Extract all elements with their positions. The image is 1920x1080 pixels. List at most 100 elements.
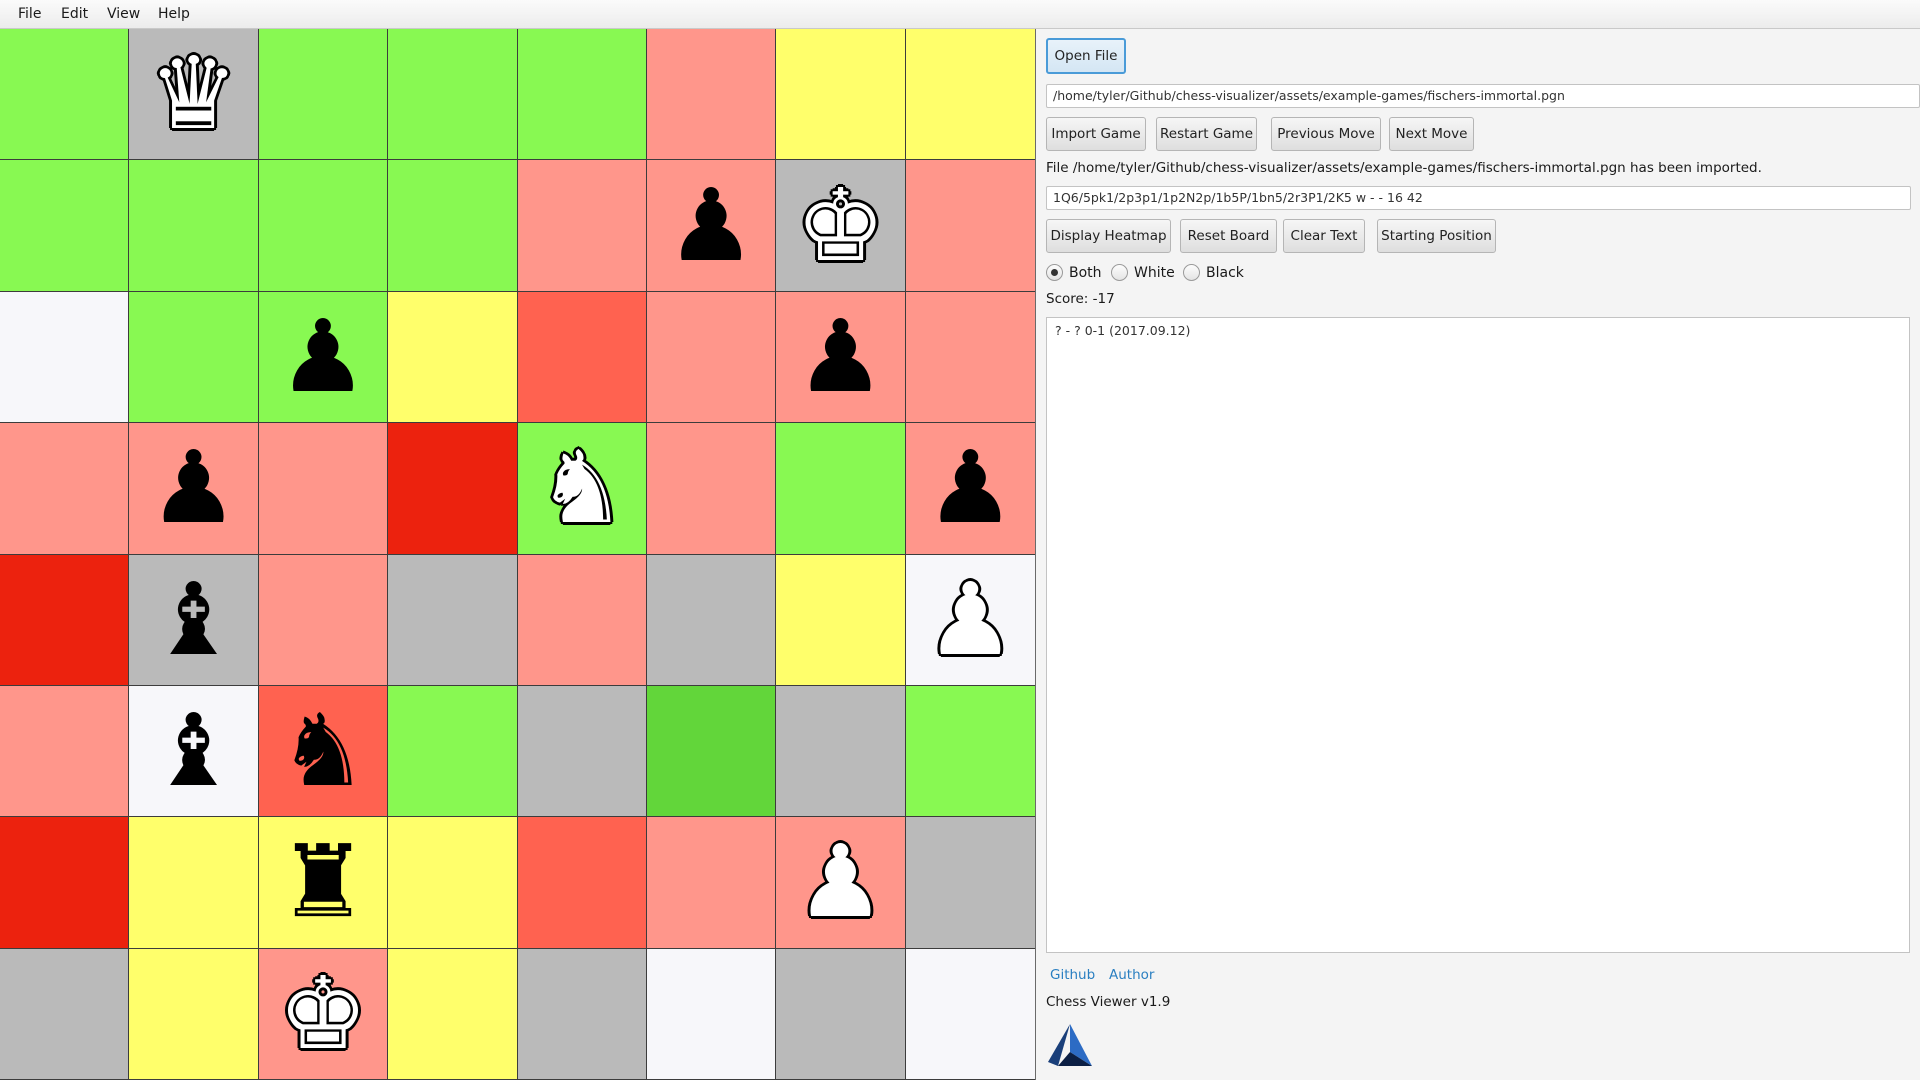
white-pawn-icon[interactable]: ♟	[925, 569, 1015, 670]
board-square[interactable]	[388, 948, 518, 1080]
board-square[interactable]	[258, 554, 389, 686]
board-square[interactable]	[517, 554, 647, 686]
board-square[interactable]	[517, 160, 647, 292]
board-square[interactable]	[646, 291, 777, 424]
board-square[interactable]	[905, 948, 1035, 1080]
board-square[interactable]: ♟	[905, 423, 1035, 555]
black-pawn-icon[interactable]: ♟	[666, 175, 756, 276]
board-square[interactable]	[776, 685, 906, 818]
board-square[interactable]	[517, 685, 647, 818]
board-square[interactable]	[905, 685, 1035, 818]
board-square[interactable]: ♞	[517, 423, 647, 555]
board-square[interactable]: ♚	[258, 948, 389, 1080]
radio-both[interactable]: Both	[1046, 264, 1102, 281]
board-square[interactable]	[646, 423, 777, 555]
chess-board[interactable]: ♛ ♟ ♚ ♟ ♟ ♟ ♞ ♟ ♝ ♟ ♝ ♞ ♜ ♟ ♚	[0, 29, 1036, 1080]
black-bishop-icon[interactable]: ♝	[149, 701, 239, 801]
board-square[interactable]: ♞	[258, 685, 389, 818]
board-square[interactable]	[129, 948, 259, 1080]
board-square[interactable]	[0, 160, 130, 292]
radio-black[interactable]: Black	[1183, 264, 1244, 281]
import-game-button[interactable]: Import Game	[1046, 117, 1146, 151]
board-square[interactable]	[905, 291, 1035, 424]
board-square[interactable]: ♟	[776, 817, 906, 949]
board-square[interactable]: ♝	[129, 554, 259, 686]
board-square[interactable]	[388, 160, 518, 292]
board-square[interactable]	[517, 291, 647, 424]
black-bishop-icon[interactable]: ♝	[149, 569, 239, 670]
board-square[interactable]	[388, 291, 518, 424]
board-square[interactable]	[258, 29, 389, 161]
github-link[interactable]: Github	[1050, 967, 1095, 983]
restart-game-button[interactable]: Restart Game	[1156, 117, 1257, 151]
board-square[interactable]	[0, 29, 130, 161]
board-square[interactable]	[905, 29, 1035, 161]
game-text-area[interactable]: ? - ? 0-1 (2017.09.12)	[1046, 317, 1910, 953]
black-rook-icon[interactable]: ♜	[278, 832, 368, 932]
starting-position-button[interactable]: Starting Position	[1377, 219, 1496, 253]
board-square[interactable]	[646, 685, 777, 818]
white-queen-icon[interactable]: ♛	[149, 44, 239, 144]
previous-move-button[interactable]: Previous Move	[1271, 117, 1381, 151]
clear-text-button[interactable]: Clear Text	[1283, 219, 1365, 253]
board-square[interactable]	[388, 29, 518, 161]
board-square[interactable]	[258, 160, 389, 292]
black-pawn-icon[interactable]: ♟	[925, 438, 1015, 538]
board-square[interactable]	[258, 423, 389, 555]
board-square[interactable]	[646, 948, 777, 1080]
board-square[interactable]	[0, 423, 130, 555]
board-square[interactable]: ♝	[129, 685, 259, 818]
board-square[interactable]	[388, 554, 518, 686]
white-pawn-icon[interactable]: ♟	[796, 832, 886, 932]
black-pawn-icon[interactable]: ♟	[796, 306, 886, 407]
file-path-field[interactable]: /home/tyler/Github/chess-visualizer/asse…	[1046, 84, 1920, 108]
black-king-icon[interactable]: ♚	[796, 175, 886, 276]
board-square[interactable]	[646, 554, 777, 686]
board-square[interactable]: ♟	[905, 554, 1035, 686]
open-file-button[interactable]: Open File	[1046, 38, 1126, 74]
menu-view[interactable]: View	[107, 6, 140, 22]
board-square[interactable]	[517, 29, 647, 161]
white-king-icon[interactable]: ♚	[278, 963, 368, 1064]
board-square[interactable]	[776, 423, 906, 555]
menu-file[interactable]: File	[18, 6, 41, 22]
board-square[interactable]	[388, 423, 518, 555]
display-heatmap-button[interactable]: Display Heatmap	[1046, 219, 1171, 253]
board-square[interactable]	[129, 817, 259, 949]
board-square[interactable]	[517, 817, 647, 949]
reset-board-button[interactable]: Reset Board	[1180, 219, 1277, 253]
board-square[interactable]	[776, 554, 906, 686]
board-square[interactable]: ♛	[129, 29, 259, 161]
board-square[interactable]	[129, 291, 259, 424]
board-square[interactable]: ♚	[776, 160, 906, 292]
white-knight-icon[interactable]: ♞	[537, 438, 627, 538]
next-move-button[interactable]: Next Move	[1389, 117, 1474, 151]
board-square[interactable]	[776, 948, 906, 1080]
board-square[interactable]	[388, 685, 518, 818]
black-knight-icon[interactable]: ♞	[278, 701, 368, 801]
board-square[interactable]: ♟	[776, 291, 906, 424]
board-square[interactable]: ♟	[129, 423, 259, 555]
black-pawn-icon[interactable]: ♟	[278, 306, 368, 407]
board-square[interactable]	[0, 685, 130, 818]
radio-white[interactable]: White	[1111, 264, 1175, 281]
black-pawn-icon[interactable]: ♟	[149, 438, 239, 538]
fen-field[interactable]: 1Q6/5pk1/2p3p1/1p2N2p/1b5P/1bn5/2r3P1/2K…	[1046, 186, 1911, 210]
board-square[interactable]	[646, 29, 777, 161]
board-square[interactable]	[0, 948, 130, 1080]
board-square[interactable]	[388, 817, 518, 949]
board-square[interactable]: ♟	[646, 160, 777, 292]
author-link[interactable]: Author	[1109, 967, 1154, 983]
board-square[interactable]	[0, 817, 130, 949]
board-square[interactable]: ♜	[258, 817, 389, 949]
board-square[interactable]: ♟	[258, 291, 389, 424]
board-square[interactable]	[517, 948, 647, 1080]
board-square[interactable]	[129, 160, 259, 292]
menu-edit[interactable]: Edit	[61, 6, 88, 22]
board-square[interactable]	[905, 160, 1035, 292]
board-square[interactable]	[0, 554, 130, 686]
board-square[interactable]	[0, 291, 130, 424]
menu-help[interactable]: Help	[158, 6, 190, 22]
board-square[interactable]	[905, 817, 1035, 949]
board-square[interactable]	[646, 817, 777, 949]
